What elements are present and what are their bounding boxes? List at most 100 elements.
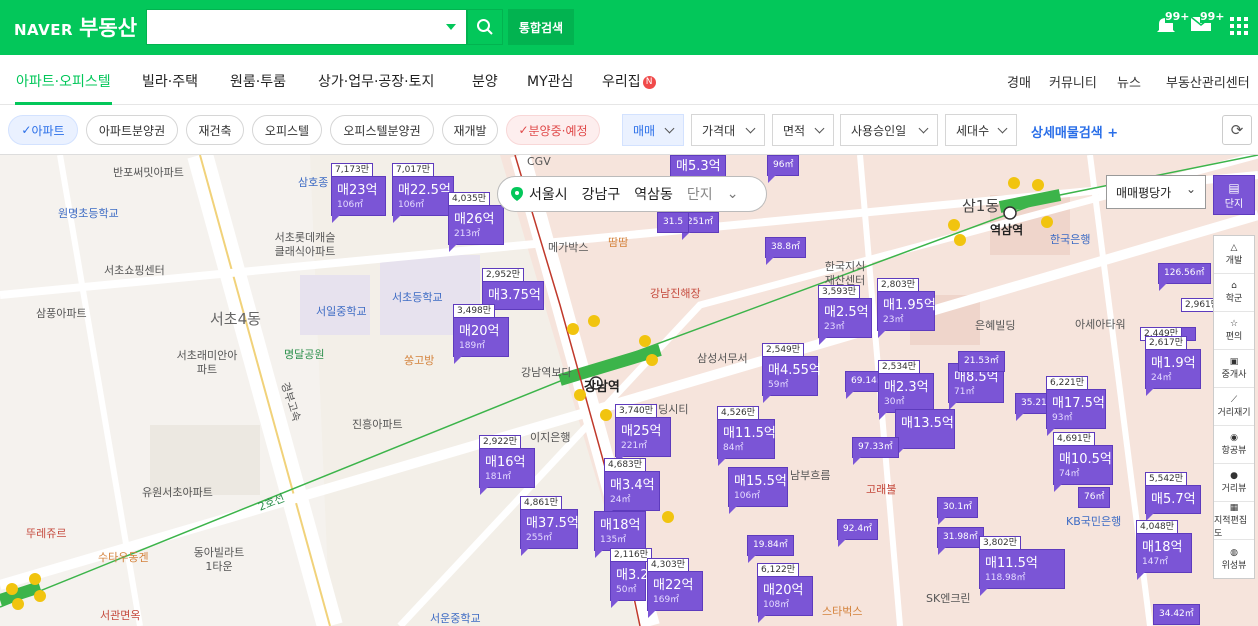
chevron-down-icon[interactable]: ⌄ [727, 186, 739, 202]
listing-marker[interactable]: 3,802만 매11.5억 118.98㎡ [979, 536, 1065, 596]
listing-marker[interactable]: 97.33㎡ [852, 437, 899, 465]
location-city[interactable]: 서울시 [529, 184, 568, 204]
map-view[interactable]: 서초4동 삼1동 강남역 역삼역 반포써밋아파트 원명초등학교 서초쇼핑센터 서… [0, 155, 1258, 626]
integrated-search-button[interactable]: 통합검색 [508, 9, 574, 45]
listing-marker[interactable]: 76㎡ [1078, 487, 1111, 508]
convenience-tool[interactable]: ☆ 편의 [1214, 312, 1254, 350]
nav-tab-presale[interactable]: 분양 [472, 71, 498, 91]
listing-marker[interactable]: 96㎡ [767, 155, 800, 183]
price-dropdown[interactable]: 가격대 [691, 114, 765, 146]
listing-marker[interactable]: 4,683만 매3.4억 24㎡ [604, 458, 660, 518]
cadastral-tool[interactable]: ▦ 지적편집도 [1214, 502, 1254, 540]
refresh-icon[interactable]: ⟳ [1222, 115, 1252, 145]
station-label[interactable]: 강남역 [584, 381, 620, 395]
listing-marker[interactable]: 3,593만 매2.5억 23㎡ [818, 285, 872, 345]
nav-tab-my[interactable]: MY관심 [527, 71, 573, 91]
mail-count-badge: 99+ [1200, 10, 1225, 23]
filter-chip-officetel-presale[interactable]: 오피스텔분양권 [330, 115, 434, 145]
trade-type-dropdown[interactable]: 매매 [622, 114, 684, 146]
nav-community[interactable]: 커뮤니티 [1049, 72, 1097, 91]
listing-marker[interactable]: 4,303만 매22억 169㎡ [647, 558, 703, 618]
search-input[interactable] [147, 10, 427, 44]
mail-icon[interactable]: 99+ [1190, 10, 1225, 38]
listing-marker[interactable]: 2,116만 매3.2 50㎡ [610, 548, 653, 608]
listing-marker[interactable]: 5,542만 매5.7억 [1145, 472, 1201, 521]
listing-marker[interactable]: 4,048만 매18억 147㎡ [1136, 520, 1192, 580]
listing-marker[interactable]: 매15.5억 106㎡ [728, 467, 788, 514]
price-per-pyeong: 4,861만 [520, 496, 563, 510]
listing-marker[interactable]: 7,017만 매22.5억 106㎡ [392, 163, 454, 223]
app-menu-icon[interactable] [1230, 17, 1248, 39]
nav-tab-apartment[interactable]: 아파트·오피스텔 [16, 71, 111, 91]
listing-marker[interactable]: 2,617만 매1.9억 24㎡ [1145, 336, 1201, 396]
households-dropdown[interactable]: 세대수 [945, 114, 1017, 146]
listing-marker[interactable]: 30.1㎡ [937, 497, 979, 525]
listing-marker[interactable]: 2,922만 매16억 181㎡ [479, 435, 535, 495]
distance-tool[interactable]: ⟋ 거리재기 [1214, 388, 1254, 426]
location-danji[interactable]: 단지 [687, 184, 713, 204]
notification-icon[interactable]: 99+ [1155, 10, 1190, 40]
area-dropdown[interactable]: 면적 [772, 114, 834, 146]
price-per-pyeong: 4,303만 [647, 558, 690, 572]
listing-marker[interactable]: 7,173만 매23억 106㎡ [331, 163, 386, 223]
school-tool[interactable]: ⌂ 학군 [1214, 274, 1254, 312]
listing-marker[interactable]: 38.8㎡ [765, 237, 807, 265]
filter-chip-rebuild[interactable]: 재건축 [186, 115, 244, 145]
listing-marker[interactable]: 4,861만 매37.5억 255㎡ [520, 496, 579, 556]
new-badge: N [642, 76, 656, 89]
price-per-pyeong: 7,173만 [331, 163, 374, 177]
listing-marker[interactable]: 6,221만 매17.5억 93㎡ [1046, 376, 1106, 436]
filter-chip-presale-ongoing[interactable]: ✓ 분양중·예정 [506, 115, 600, 145]
nav-tab-commercial[interactable]: 상가·업무·공장·토지 [318, 71, 434, 91]
approval-date-dropdown[interactable]: 사용승인일 [840, 114, 938, 146]
nav-auction[interactable]: 경매 [1007, 72, 1031, 91]
station-label[interactable]: 역삼역 [990, 223, 1023, 237]
filter-chip-apt-presale[interactable]: 아파트분양권 [86, 115, 178, 145]
listing-marker[interactable]: 4,691만 매10.5억 74㎡ [1053, 432, 1113, 492]
detail-search-link[interactable]: 상세매물검색 + [1031, 122, 1118, 141]
listing-marker[interactable]: 92.4㎡ [837, 519, 879, 547]
search-button[interactable] [467, 9, 503, 45]
listing-marker[interactable]: 2,803만 매1.95억 23㎡ [877, 278, 936, 338]
listing-marker[interactable]: 126.56㎡ [1158, 263, 1211, 291]
listing-marker[interactable]: 매13.5억 [895, 409, 955, 456]
listing-marker[interactable]: 매5.3억 [670, 155, 726, 177]
listing-marker[interactable]: 31.98㎡ [937, 527, 984, 555]
listing-marker[interactable]: 매18억 135㎡ [594, 511, 646, 558]
nav-agent-center[interactable]: 부동산관리센터 [1166, 72, 1250, 91]
listing-marker[interactable]: 6,122만 매20억 108㎡ [757, 563, 813, 623]
nav-tab-villa[interactable]: 빌라·주택 [142, 71, 198, 91]
listing-marker[interactable]: 4,035만 매26억 213㎡ [448, 192, 504, 252]
location-district[interactable]: 강남구 [582, 184, 621, 204]
listing-price: 매22억 [653, 578, 694, 593]
naver-realestate-logo[interactable]: NAVER 부동산 [14, 12, 137, 42]
filter-chip-officetel[interactable]: 오피스텔 [252, 115, 322, 145]
nav-tab-oneroom[interactable]: 원룸·투룸 [230, 71, 286, 91]
search-dropdown-caret-icon[interactable] [446, 24, 456, 30]
street-view-tool[interactable]: ● 거리뷰 [1214, 464, 1254, 502]
price-type-dropdown[interactable]: 매매평당가 ⌄ [1106, 175, 1206, 209]
nav-tab-myhome[interactable]: 우리집 N [602, 71, 656, 91]
filter-chip-apartment[interactable]: ✓ 아파트 [8, 115, 78, 145]
listing-marker[interactable]: 2,549만 매4.55억 59㎡ [762, 343, 821, 403]
filter-chip-redevelop[interactable]: 재개발 [442, 115, 498, 145]
location-dong[interactable]: 역삼동 [634, 184, 673, 204]
listing-marker[interactable]: 2,534만 매2.3억 30㎡ [878, 360, 934, 420]
nav-news[interactable]: 뉴스 [1117, 72, 1141, 91]
listing-marker[interactable]: 4,526만 매11.5억 84㎡ [717, 406, 776, 466]
listing-marker[interactable]: 34.42㎡ [1153, 604, 1200, 625]
agent-tool[interactable]: ▣ 중개사 [1214, 350, 1254, 388]
listing-marker[interactable]: 21.53㎡ [958, 351, 1005, 372]
search-box[interactable] [146, 9, 467, 45]
place-label: 원명초등학교 [58, 207, 119, 220]
listing-marker[interactable]: 19.84㎡ [747, 535, 794, 563]
aerial-view-tool[interactable]: ◉ 항공뷰 [1214, 426, 1254, 464]
development-tool[interactable]: △ 개발 [1214, 236, 1254, 274]
satellite-tool[interactable]: ◍ 위성뷰 [1214, 540, 1254, 578]
place-label: 아세아타워 [1075, 318, 1126, 331]
listing-marker[interactable]: 31.5 [657, 212, 690, 233]
danji-toggle-button[interactable]: ▤ 단지 [1213, 175, 1255, 215]
listing-marker[interactable]: 3,498만 매20억 189㎡ [453, 304, 509, 364]
listing-marker[interactable]: 2,961만 [1181, 298, 1224, 312]
listing-marker[interactable]: 3,740만 매25억 221㎡ [615, 404, 671, 464]
